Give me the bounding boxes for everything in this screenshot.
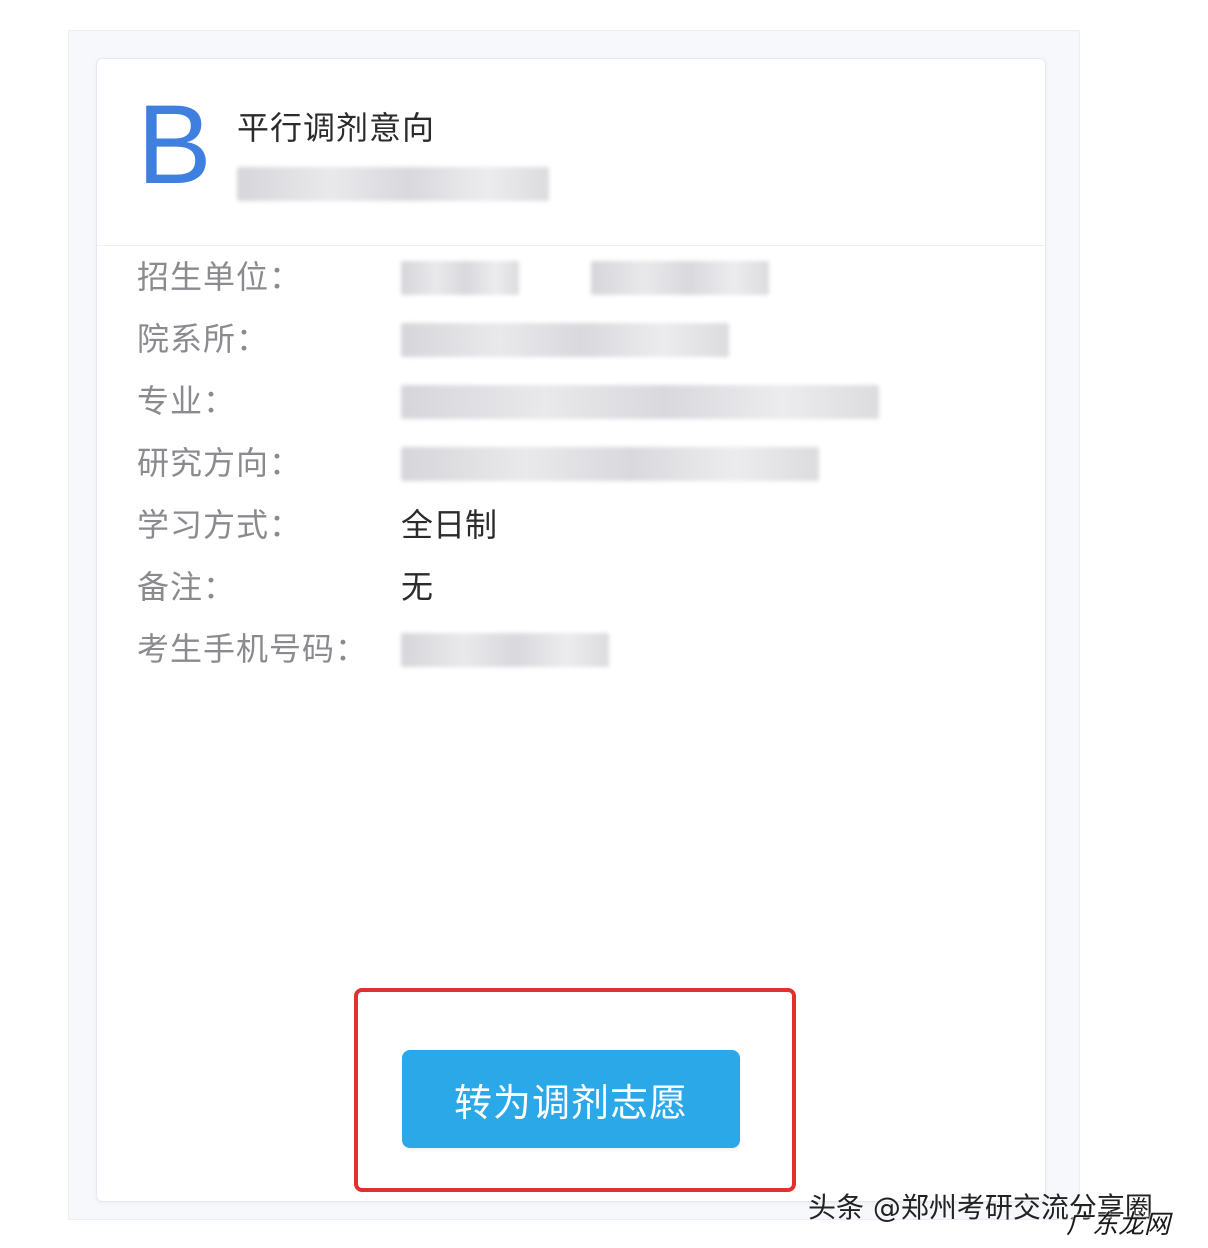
field-value: 全日制 [401,506,498,544]
field-row-major: 专业： [137,379,997,423]
field-row-remarks: 备注： 无 [137,565,997,609]
redacted-value [401,447,819,481]
card-header: B 平行调剂意向 [97,59,1045,246]
field-label: 考生手机号码： [137,630,369,668]
option-letter-badge: B [137,82,212,207]
field-row-phone: 考生手机号码： [137,627,997,671]
field-label: 学习方式： [137,506,303,544]
field-row-study-mode: 学习方式： 全日制 [137,503,997,547]
field-row-research-direction: 研究方向： [137,441,997,485]
field-label: 专业： [137,382,237,420]
site-watermark: 广东龙网 [1066,1210,1171,1240]
screenshot-page: B 平行调剂意向 招生单位： 院系所： 专业： 研究方向： 学习方式： 全日制 … [0,0,1208,1248]
redacted-value [401,385,879,419]
field-label: 研究方向： [137,444,303,482]
card-title: 平行调剂意向 [237,109,436,147]
redacted-value [401,633,609,667]
field-label: 院系所： [137,320,270,358]
convert-to-adjustment-button[interactable]: 转为调剂志愿 [402,1050,740,1148]
field-label: 备注： [137,568,237,606]
redacted-value [401,261,519,295]
redacted-subtitle [237,167,549,201]
field-row-department: 院系所： [137,317,997,361]
redacted-value [591,261,769,295]
field-label: 招生单位： [137,258,303,296]
field-row-enrollment-unit: 招生单位： [137,255,997,299]
redacted-value [401,323,729,357]
field-value: 无 [401,568,434,606]
